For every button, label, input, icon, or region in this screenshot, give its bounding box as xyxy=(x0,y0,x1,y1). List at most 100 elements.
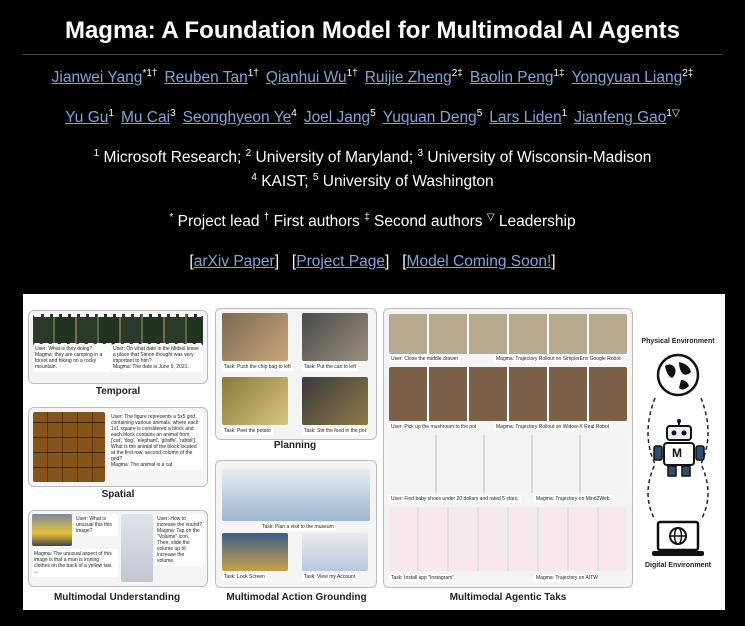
plan-task-3: Task: Peel the potato xyxy=(222,427,273,435)
plan-task-2: Task: Put the can to left xyxy=(302,363,358,371)
agent3-user: User: Find baby shoes under 20 dollars a… xyxy=(389,495,521,503)
author-link[interactable]: Lars Liden xyxy=(489,109,561,126)
agent3-magma: Magma: Trajectory on Mind2Web xyxy=(534,495,612,503)
spatial-chat: User: The figure represents a 5x5 grid c… xyxy=(109,412,203,470)
page-title: Magma: A Foundation Model for Multimodal… xyxy=(64,17,681,44)
physical-env-label: Physical Environment xyxy=(641,338,715,345)
caption-spatial: Spatial xyxy=(101,489,135,500)
caption-temporal: Temporal xyxy=(95,386,141,397)
affiliation-mark: 5 xyxy=(312,172,319,183)
author-link[interactable]: Yuquan Deng xyxy=(383,109,477,126)
temporal-chat-2: User: On what date in the Midsol leave a… xyxy=(111,344,203,372)
author-link[interactable]: Joel Jang xyxy=(304,109,370,126)
role-text: Second authors xyxy=(373,213,483,230)
author-link[interactable]: Baolin Peng xyxy=(470,69,554,86)
author-affiliation-mark: 1‡ xyxy=(553,68,565,79)
caption-mm-agentic: Multimodal Agentic Taks xyxy=(449,592,567,603)
phone-settings xyxy=(121,514,153,582)
affiliations-line-2: 4 KAIST; 5 University of Washington xyxy=(0,173,745,197)
author-affiliation-mark: 5 xyxy=(476,108,483,119)
affiliation-text: University of Washington xyxy=(322,173,494,190)
author-affiliation-mark: 1† xyxy=(346,68,358,79)
author-roles: * Project lead † First authors ‡ Second … xyxy=(0,213,745,237)
role-mark: ‡ xyxy=(364,212,370,223)
animal-grid xyxy=(33,412,105,482)
author-link[interactable]: Jianwei Yang xyxy=(52,69,143,86)
plan-img-1 xyxy=(222,313,288,361)
film-strip xyxy=(33,314,203,346)
author-affiliation-mark: 3 xyxy=(170,108,176,119)
author-link[interactable]: Jianfeng Gao xyxy=(574,109,666,126)
author-link[interactable]: Qianhui Wu xyxy=(266,69,347,86)
temporal-panel: User: What is they doing? Magma: they are… xyxy=(28,310,208,384)
affiliation-text: University of Wisconsin-Madison xyxy=(427,149,652,166)
digital-env-label: Digital Environment xyxy=(644,562,712,569)
plan-img-2 xyxy=(302,313,368,361)
caption-mm-understanding: Multimodal Understanding xyxy=(53,592,181,603)
author-affiliation-mark: 1 xyxy=(108,108,114,119)
action-grounding-panel: Task: Plan a visit to the museum Task: L… xyxy=(215,460,377,588)
caption-planning: Planning xyxy=(273,440,317,451)
spatial-panel: User: The figure represents a 5x5 grid c… xyxy=(28,407,208,487)
plan-img-4 xyxy=(302,377,368,425)
taxi-photo xyxy=(32,514,72,546)
author-link[interactable]: Mu Cai xyxy=(121,109,170,126)
temporal-chat-1: User: What is they doing? Magma: they are… xyxy=(33,344,111,372)
author-affiliation-mark: *1† xyxy=(142,68,158,79)
affiliation-mark: 4 xyxy=(251,172,257,183)
affiliations-line-1: 1 Microsoft Research; 2 University of Ma… xyxy=(0,149,745,173)
project-page-link[interactable]: Project Page xyxy=(296,253,385,270)
author-affiliation-mark: 2‡ xyxy=(451,68,463,79)
author-affiliation-mark: 2‡ xyxy=(682,68,694,79)
role-text: First authors xyxy=(273,213,360,230)
affiliation-mark: 3 xyxy=(417,148,424,159)
agent1-user: User: Close the middle drawer xyxy=(389,355,461,363)
author-affiliation-mark: 1▽ xyxy=(666,108,680,119)
phone-lock xyxy=(222,533,288,571)
arxiv-paper-link[interactable]: arXiv Paper xyxy=(194,253,275,270)
role-mark: ▽ xyxy=(486,212,495,223)
caption-mm-action: Multimodal Action Grounding xyxy=(226,592,367,603)
ground-task-3: Task: View my Account xyxy=(302,573,358,581)
authors-row-1: Jianwei Yang*1† Reuben Tan1† Qianhui Wu1† R… xyxy=(0,69,745,95)
phone-account xyxy=(302,533,368,571)
title-divider xyxy=(22,54,723,55)
author-link[interactable]: Ruijie Zheng xyxy=(365,69,452,86)
plan-task-4: Task: Stir the food in the pot xyxy=(302,427,368,435)
ground-task-1: Task: Plan a visit to the museum xyxy=(260,523,336,531)
role-text: Project lead xyxy=(177,213,260,230)
author-affiliation-mark: 4 xyxy=(291,108,297,119)
author-affiliation-mark: 1 xyxy=(561,108,568,119)
web-shop-frames xyxy=(389,435,627,493)
affiliation-text: KAIST; xyxy=(261,173,309,190)
author-link[interactable]: Yongyuan Liang xyxy=(572,69,683,86)
planning-panel: Task: Push the chip bag to left Task: Pu… xyxy=(215,308,377,440)
web-screenshot xyxy=(222,469,370,521)
author-link[interactable]: Reuben Tan xyxy=(164,69,247,86)
phone-frames xyxy=(389,507,627,571)
model-link[interactable]: Model Coming Soon! xyxy=(407,253,552,270)
plan-img-3 xyxy=(222,377,288,425)
teaser-figure: User: What is they doing? Magma: they are… xyxy=(23,294,725,610)
mmu-chat-2: Magma: The unusual aspect of this image … xyxy=(32,549,118,577)
ground-task-2: Task: Lock Screen xyxy=(222,573,267,581)
sim-robot-frames xyxy=(389,314,627,354)
affiliation-mark: 2 xyxy=(245,148,252,159)
real-robot-frames xyxy=(389,367,627,421)
role-mark: * xyxy=(169,212,174,223)
paper-links: [arXiv Paper] [Project Page] [Model Comi… xyxy=(189,253,556,270)
author-link[interactable]: Yu Gu xyxy=(65,109,108,126)
author-affiliation-mark: 5 xyxy=(370,108,376,119)
authors-row-2: Yu Gu1 Mu Cai3 Seonghyeon Ye4 Joel Jang5 Yuq… xyxy=(0,109,745,135)
plan-task-1: Task: Push the chip bag to left xyxy=(222,363,293,371)
affiliation-text: University of Maryland; xyxy=(255,149,414,166)
agent2-magma: Magma: Trajectory Rollout on Widow-X Rea… xyxy=(494,423,612,431)
author-link[interactable]: Seonghyeon Ye xyxy=(183,109,292,126)
agent1-magma: Magma: Trajectory Rollout on SimplerEnv … xyxy=(494,355,623,363)
robot-letter: M xyxy=(672,446,682,460)
affiliation-mark: 1 xyxy=(93,148,100,159)
agentic-panel: User: Close the middle drawer Magma: Tra… xyxy=(383,308,633,588)
mm-understanding-panel: User: What is unusual this this image? M… xyxy=(28,510,208,587)
agent4-magma: Magma: Trajectory on AITW xyxy=(534,574,600,582)
agent2-user: User: Pick up the mushroom to the pot xyxy=(389,423,479,431)
